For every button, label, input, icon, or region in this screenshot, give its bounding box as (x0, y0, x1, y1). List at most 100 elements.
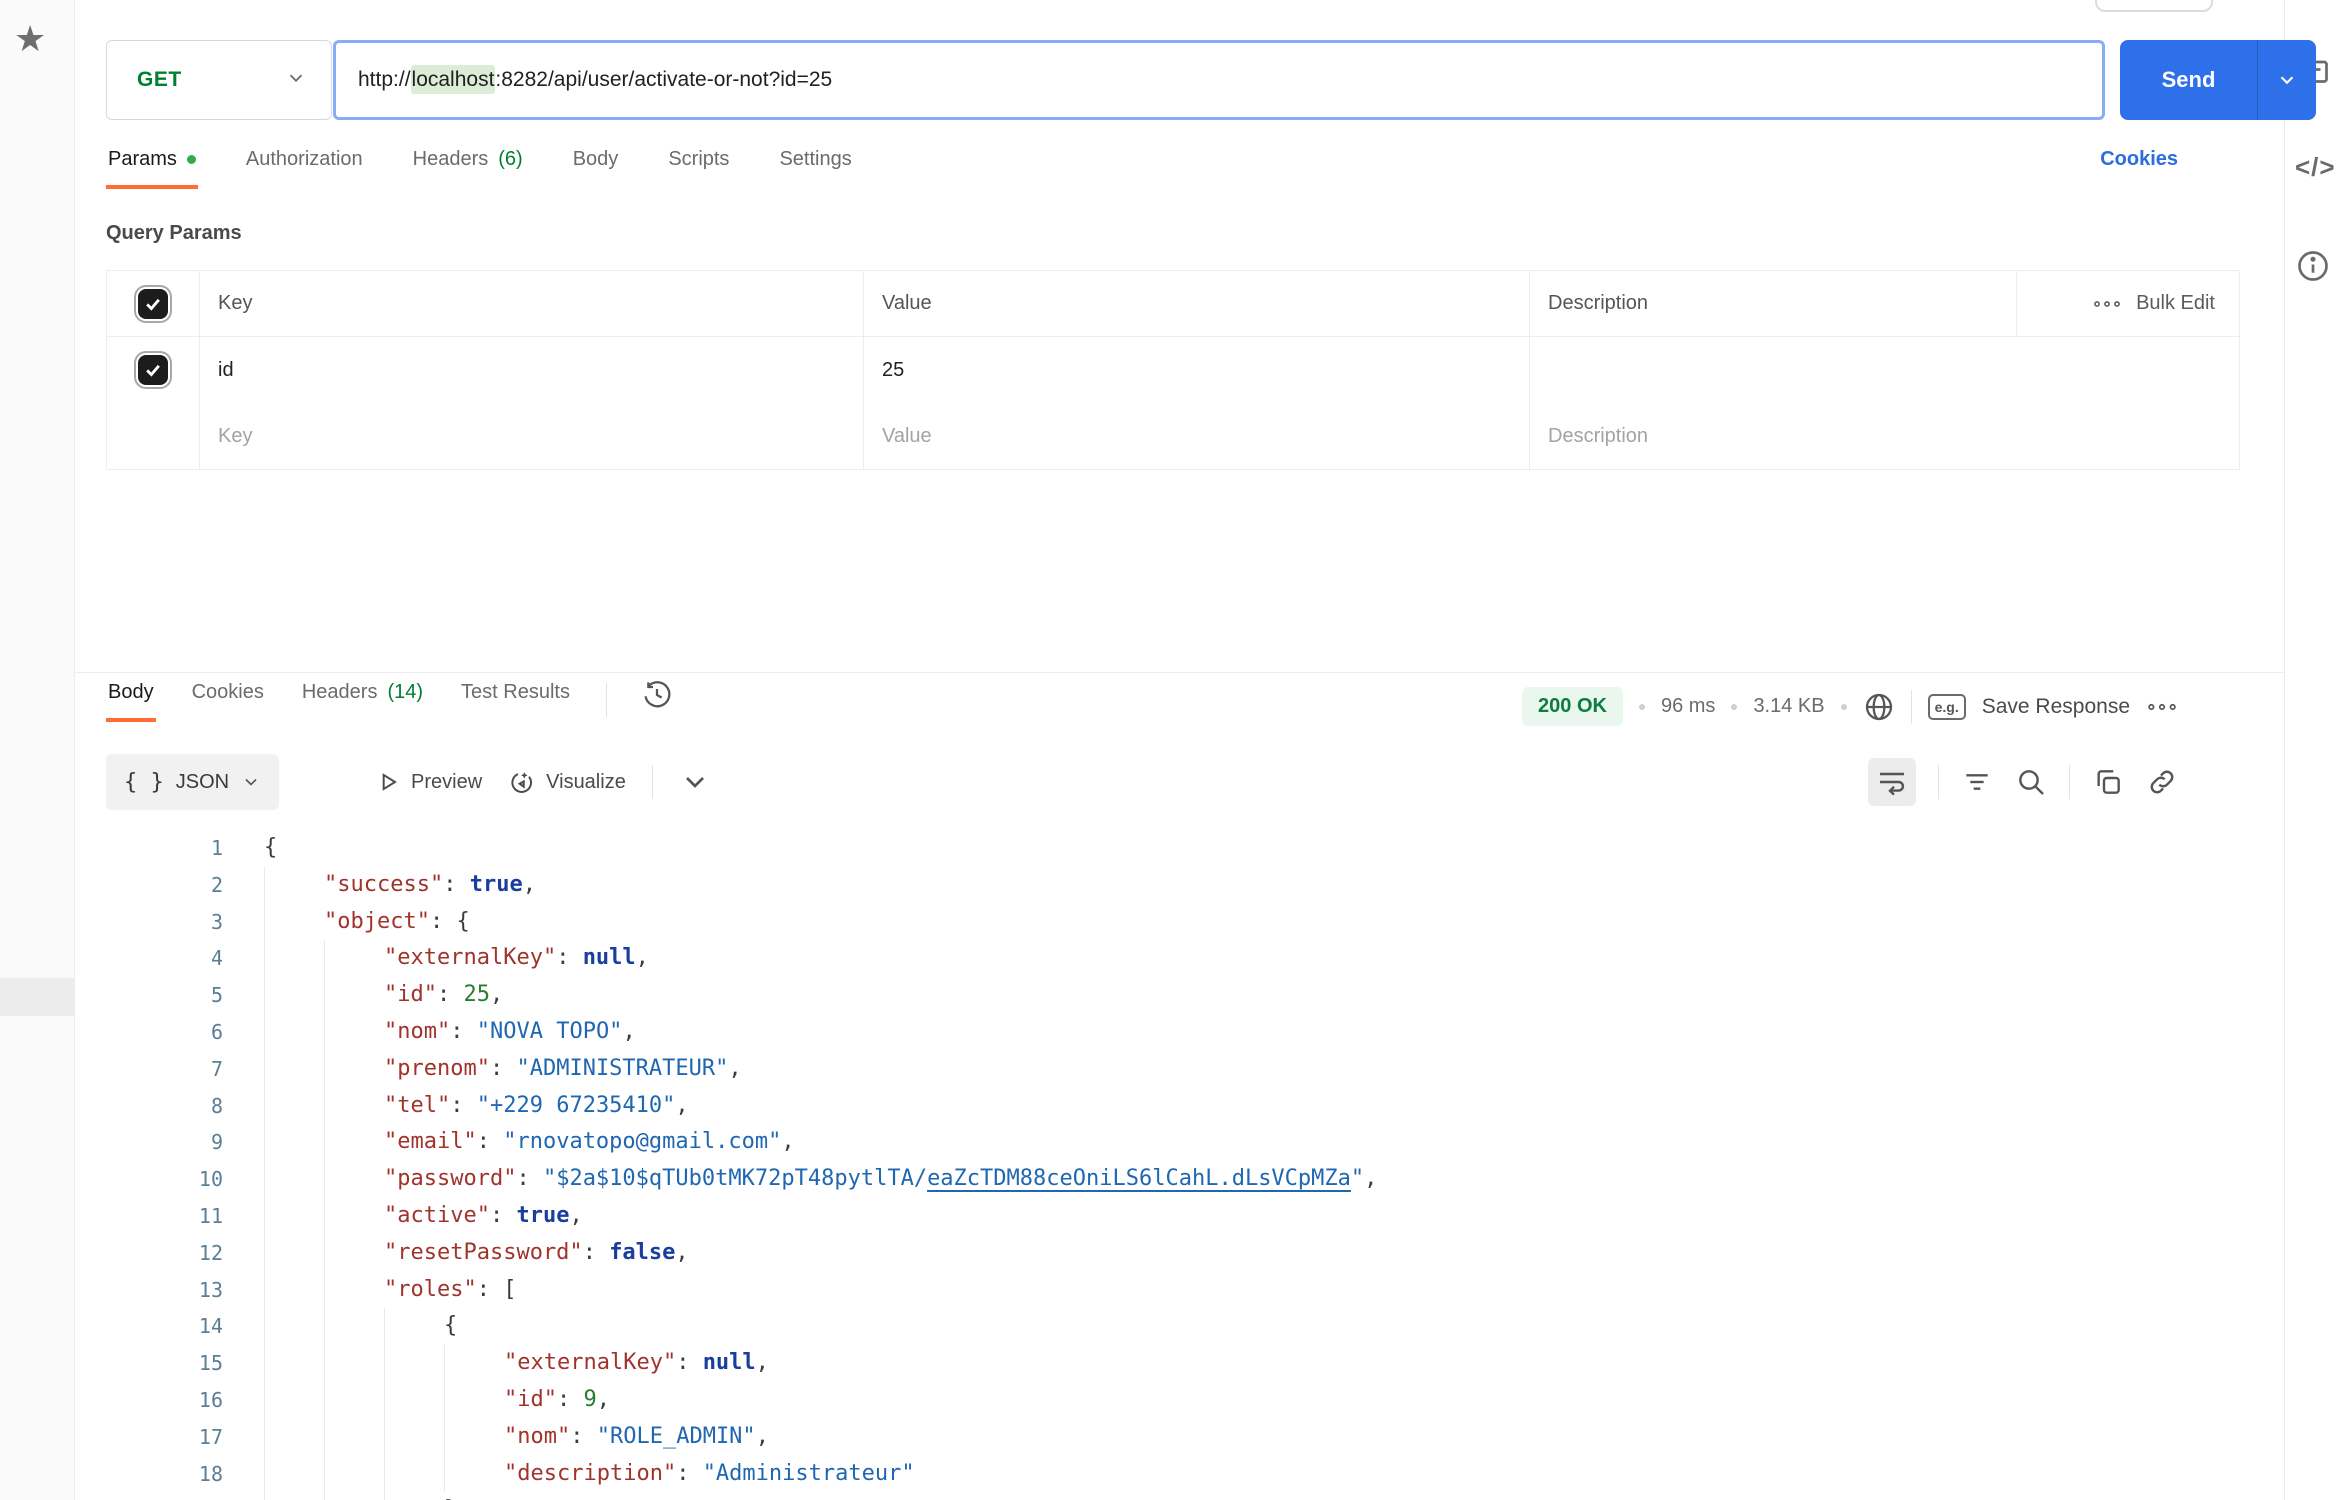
save-response-button[interactable]: Save Response (1982, 695, 2130, 719)
tab-scripts[interactable]: Scripts (666, 140, 731, 189)
indent-guide (324, 1382, 384, 1419)
response-tab-cookies[interactable]: Cookies (190, 673, 266, 722)
play-icon (375, 769, 401, 795)
tab-settings[interactable]: Settings (777, 140, 853, 189)
indent-guide (264, 1051, 324, 1088)
cropped-top-button[interactable] (2095, 0, 2213, 12)
indent-guide (324, 1345, 384, 1382)
response-tab-body[interactable]: Body (106, 673, 156, 722)
response-tab-test-results[interactable]: Test Results (459, 673, 572, 722)
cookies-link[interactable]: Cookies (2100, 148, 2178, 171)
info-icon[interactable] (2295, 248, 2331, 284)
indent-guide (264, 1492, 324, 1500)
url-input[interactable]: http://localhost:8282/api/user/activate-… (333, 40, 2105, 120)
link-icon[interactable] (2146, 766, 2178, 798)
save-as-example-icon[interactable]: e.g. (1928, 694, 1966, 720)
format-dropdown[interactable]: { } JSON (106, 754, 279, 810)
request-tabs: Params Authorization Headers(6) Body Scripts… (106, 140, 2284, 204)
placeholder-checkbox-cell (107, 403, 200, 469)
tab-params[interactable]: Params (106, 140, 198, 189)
code-line: 1{ (75, 830, 2284, 867)
send-button-label[interactable]: Send (2120, 40, 2258, 120)
indent-guide (384, 1345, 444, 1382)
key-placeholder-input[interactable]: Key (200, 403, 864, 469)
indent-guide (324, 1014, 384, 1051)
rail-drag-handle[interactable] (0, 978, 74, 1016)
tokens: "roles": [ (384, 1272, 516, 1309)
indent-guide (324, 1492, 384, 1500)
unsaved-changes-dot (187, 155, 196, 164)
indent-guide (324, 940, 384, 977)
response-time[interactable]: 96 ms (1661, 695, 1715, 718)
params-header-row: Key Value Description Bulk Edit (107, 271, 2239, 337)
chevron-down-icon (241, 772, 261, 792)
favorite-star-icon[interactable]: ★ (14, 18, 46, 60)
globe-icon[interactable] (1863, 691, 1895, 723)
tab-label: Test Results (461, 681, 570, 704)
left-sidebar-rail: ★ (0, 0, 75, 1500)
response-size[interactable]: 3.14 KB (1753, 695, 1824, 718)
indent-guide (384, 1308, 444, 1345)
method-selector[interactable]: GET (106, 40, 332, 120)
line-content: "nom": "ROLE_ADMIN", (264, 1419, 769, 1456)
toolbar-chevron-down-icon[interactable] (679, 766, 711, 798)
line-number: 19 (75, 1492, 223, 1500)
param-key-input[interactable]: id (200, 337, 864, 403)
params-placeholder-row: Key Value Description (107, 403, 2239, 469)
code-snippet-icon[interactable]: </> (2295, 152, 2331, 188)
search-icon[interactable] (2015, 766, 2047, 798)
tab-authorization[interactable]: Authorization (244, 140, 365, 189)
line-number: 4 (75, 940, 223, 977)
indent-guide (264, 1456, 324, 1493)
line-number: 9 (75, 1124, 223, 1161)
select-all-checkbox[interactable] (138, 289, 168, 319)
line-number: 1 (75, 830, 223, 867)
params-header-checkbox-cell (107, 271, 200, 336)
tokens: "success": true, (324, 867, 536, 904)
code-line: 14{ (75, 1308, 2284, 1345)
wrap-text-icon[interactable] (1868, 758, 1916, 806)
indent-guide (324, 1088, 384, 1125)
format-label: JSON (176, 771, 229, 794)
copy-icon[interactable] (2092, 766, 2124, 798)
bulk-edit-button[interactable]: Bulk Edit (2092, 292, 2215, 315)
indent-guide (324, 1051, 384, 1088)
tokens: { (264, 830, 277, 867)
param-value-input[interactable]: 25 (864, 337, 1530, 403)
line-content: "resetPassword": false, (264, 1235, 689, 1272)
indent-guide (264, 1345, 324, 1382)
code-line: 19} (75, 1492, 2284, 1500)
line-content: "externalKey": null, (264, 940, 649, 977)
indent-guide (264, 977, 324, 1014)
preview-button[interactable]: Preview (375, 769, 482, 795)
divider (606, 683, 607, 717)
line-content: "id": 9, (264, 1382, 610, 1419)
tab-headers[interactable]: Headers(6) (411, 140, 525, 189)
param-description-input[interactable] (1530, 337, 2239, 403)
tab-body[interactable]: Body (571, 140, 621, 189)
response-body-json[interactable]: 1{2"success": true,3"object": {4"externa… (75, 824, 2284, 1500)
status-badge[interactable]: 200 OK (1522, 687, 1623, 726)
line-content: { (264, 830, 277, 867)
visualize-button[interactable]: Visualize (508, 768, 626, 796)
filter-icon[interactable] (1961, 766, 1993, 798)
description-placeholder-input[interactable]: Description (1530, 403, 2239, 469)
history-icon[interactable] (641, 679, 673, 711)
query-params-title: Query Params (106, 222, 242, 245)
dot-separator (1731, 704, 1737, 710)
indent-guide (324, 1235, 384, 1272)
more-options-icon[interactable] (2146, 691, 2178, 723)
tokens: "resetPassword": false, (384, 1235, 689, 1272)
tab-label: Cookies (192, 681, 264, 704)
param-enabled-checkbox[interactable] (138, 355, 168, 385)
send-button[interactable]: Send (2120, 40, 2316, 120)
line-number: 15 (75, 1345, 223, 1382)
indent-guide (444, 1345, 504, 1382)
send-options-caret[interactable] (2258, 40, 2316, 120)
response-tab-headers[interactable]: Headers(14) (300, 673, 425, 722)
line-number: 11 (75, 1198, 223, 1235)
indent-guide (384, 1456, 444, 1493)
chevron-down-icon (285, 67, 307, 94)
code-line: 16"id": 9, (75, 1382, 2284, 1419)
value-placeholder-input[interactable]: Value (864, 403, 1530, 469)
